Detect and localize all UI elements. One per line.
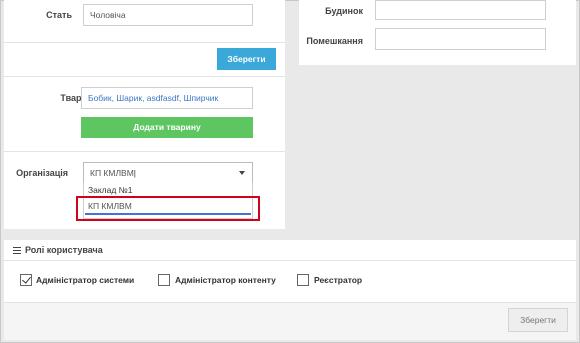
save-roles-button[interactable]: Зберегти (508, 308, 568, 332)
add-animal-button[interactable]: Додати тварину (81, 117, 253, 138)
role-label: Адміністратор контенту (175, 275, 276, 285)
divider (4, 42, 285, 43)
checkmark-icon (22, 274, 31, 284)
roles-section-title: Ролі користувача (25, 245, 103, 255)
divider (4, 260, 576, 261)
organization-label: Організація (16, 168, 68, 178)
room-label: Помешкання (306, 36, 363, 46)
room-field[interactable] (375, 28, 546, 50)
highlight-box (76, 196, 260, 221)
list-icon (13, 247, 21, 254)
divider (4, 151, 285, 152)
role-checkbox-admin-system[interactable] (20, 274, 32, 286)
save-profile-button[interactable]: Зберегти (217, 48, 276, 70)
dropdown-option[interactable]: Заклад №1 (88, 185, 133, 195)
profile-panel: Стать Чоловіча Зберегти Тварини Бобик, Ш… (4, 0, 285, 229)
divider (4, 76, 285, 77)
roles-footer (4, 302, 576, 340)
address-panel: Будинок Помешкання (299, 0, 576, 65)
role-label: Адміністратор системи (36, 275, 135, 285)
building-field[interactable] (375, 0, 546, 20)
organization-selected-value: КП КМЛВМ (90, 168, 134, 178)
role-checkbox-registrar[interactable] (297, 274, 309, 286)
building-label: Будинок (325, 6, 363, 16)
gender-field[interactable]: Чоловіча (83, 4, 253, 26)
animals-field[interactable]: Бобик, Шарик, asdfasdf, Шпирчик (81, 87, 253, 109)
chevron-down-icon[interactable] (239, 171, 245, 175)
gender-label: Стать (46, 10, 72, 20)
role-checkbox-admin-content[interactable] (158, 274, 170, 286)
role-label: Реєстратор (314, 275, 363, 285)
organization-select[interactable]: КП КМЛВМ| (83, 162, 253, 184)
